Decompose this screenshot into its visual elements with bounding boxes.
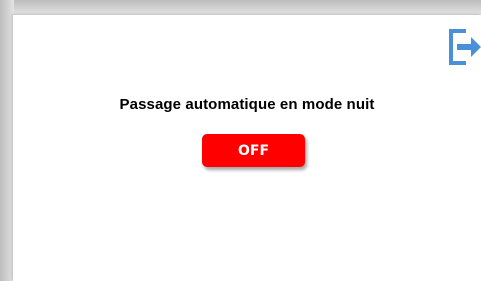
window-frame: Passage automatique en mode nuit OFF: [0, 0, 481, 281]
frame-shadow-top: [0, 0, 481, 16]
night-mode-toggle-button[interactable]: OFF: [202, 134, 305, 167]
frame-shadow-left: [0, 0, 14, 281]
page-title: Passage automatique en mode nuit: [119, 96, 375, 113]
exit-icon[interactable]: [448, 28, 481, 66]
settings-panel: Passage automatique en mode nuit OFF: [13, 15, 481, 281]
